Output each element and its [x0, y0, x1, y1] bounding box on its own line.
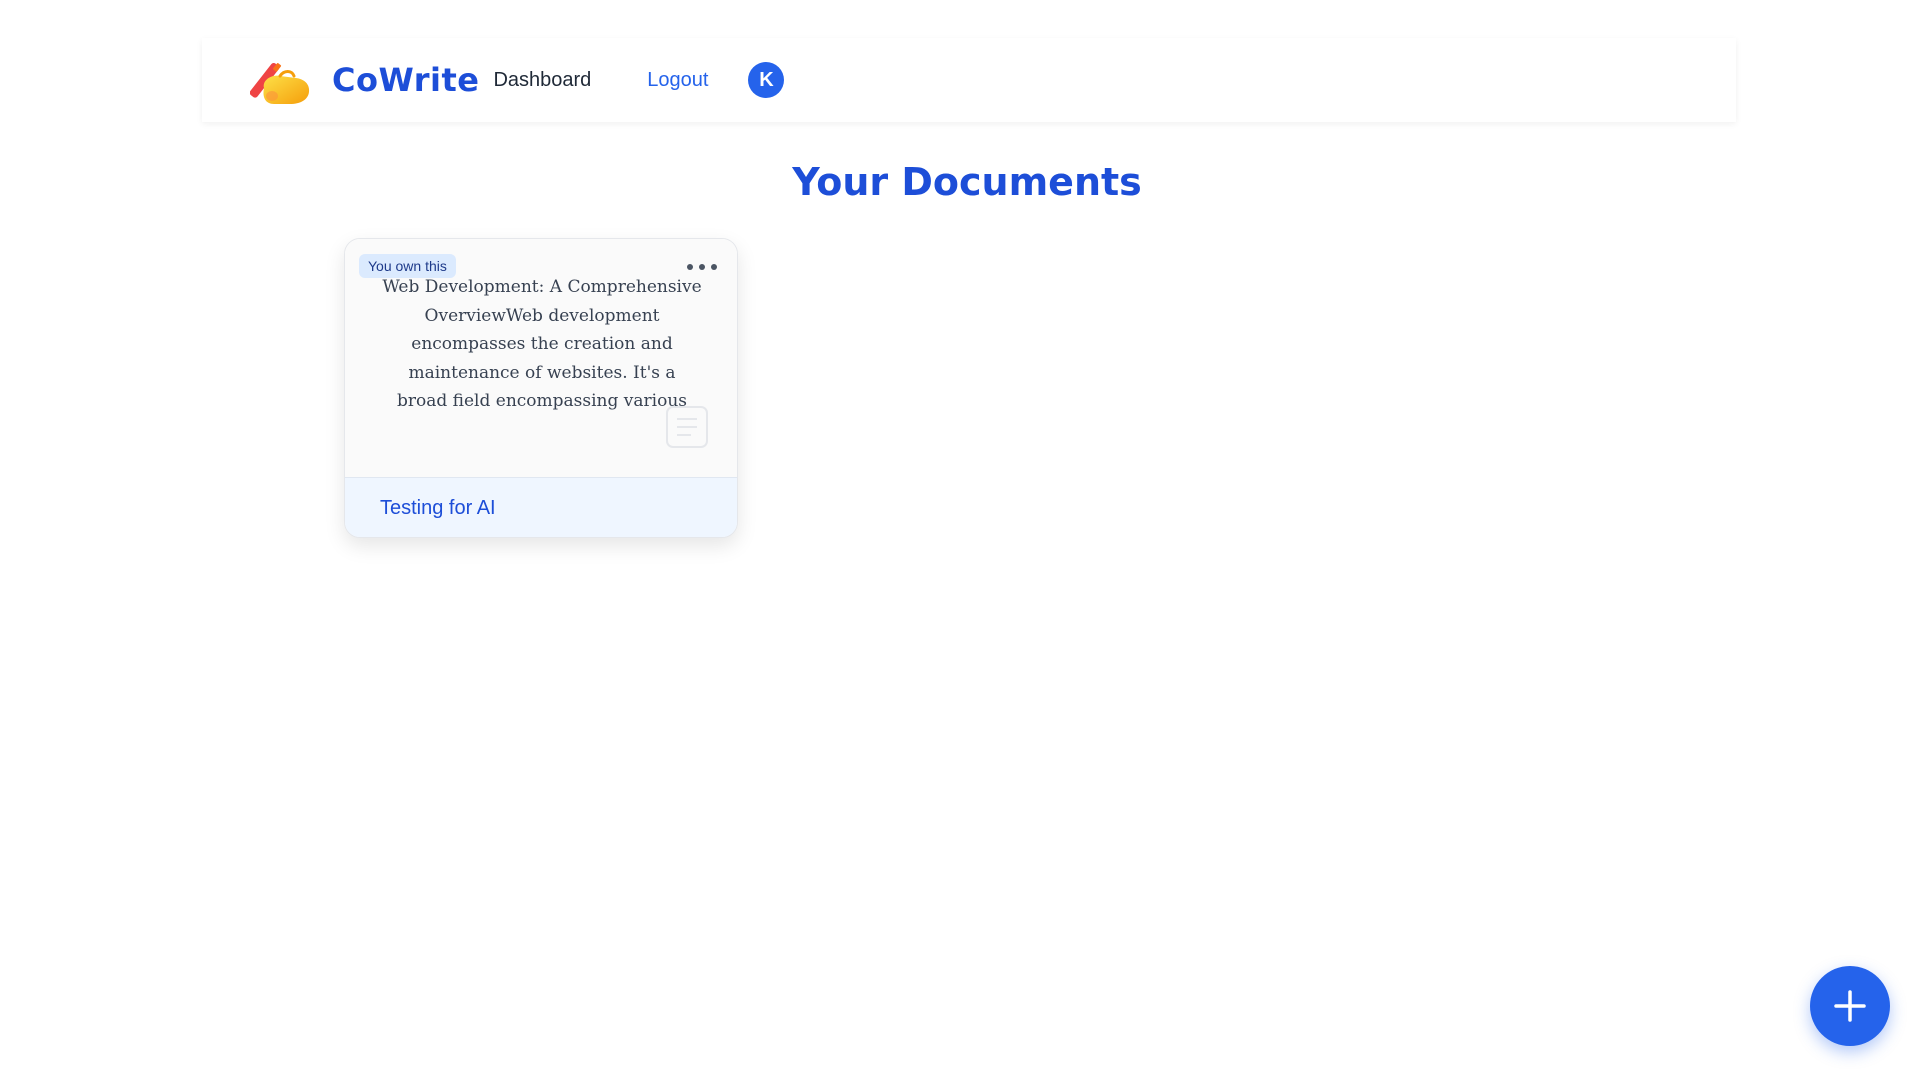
- document-card-footer[interactable]: Testing for AI: [345, 477, 737, 537]
- document-preview[interactable]: You own this Web Development: A Comprehe…: [345, 239, 737, 477]
- document-icon: [666, 406, 708, 448]
- plus-icon: [1834, 990, 1866, 1022]
- nav-dashboard-link[interactable]: Dashboard: [493, 69, 591, 92]
- document-title: Testing for AI: [380, 497, 496, 519]
- writing-hand-icon: [250, 62, 310, 104]
- more-dot-icon: [699, 264, 705, 270]
- more-dot-icon: [687, 264, 693, 270]
- user-avatar[interactable]: K: [748, 62, 785, 98]
- add-document-button[interactable]: [1810, 966, 1890, 1046]
- top-navbar: CoWrite Dashboard Logout K: [202, 38, 1736, 122]
- nav-logout-link[interactable]: Logout: [647, 69, 708, 92]
- page-title: Your Documents: [792, 160, 1142, 204]
- brand-name: CoWrite: [332, 61, 480, 99]
- brand[interactable]: CoWrite: [250, 52, 479, 108]
- more-dot-icon: [711, 264, 717, 270]
- nav-links: Dashboard Logout K: [493, 62, 785, 98]
- document-card[interactable]: You own this Web Development: A Comprehe…: [344, 238, 738, 538]
- document-preview-text: Web Development: A Comprehensive Overvie…: [382, 277, 702, 411]
